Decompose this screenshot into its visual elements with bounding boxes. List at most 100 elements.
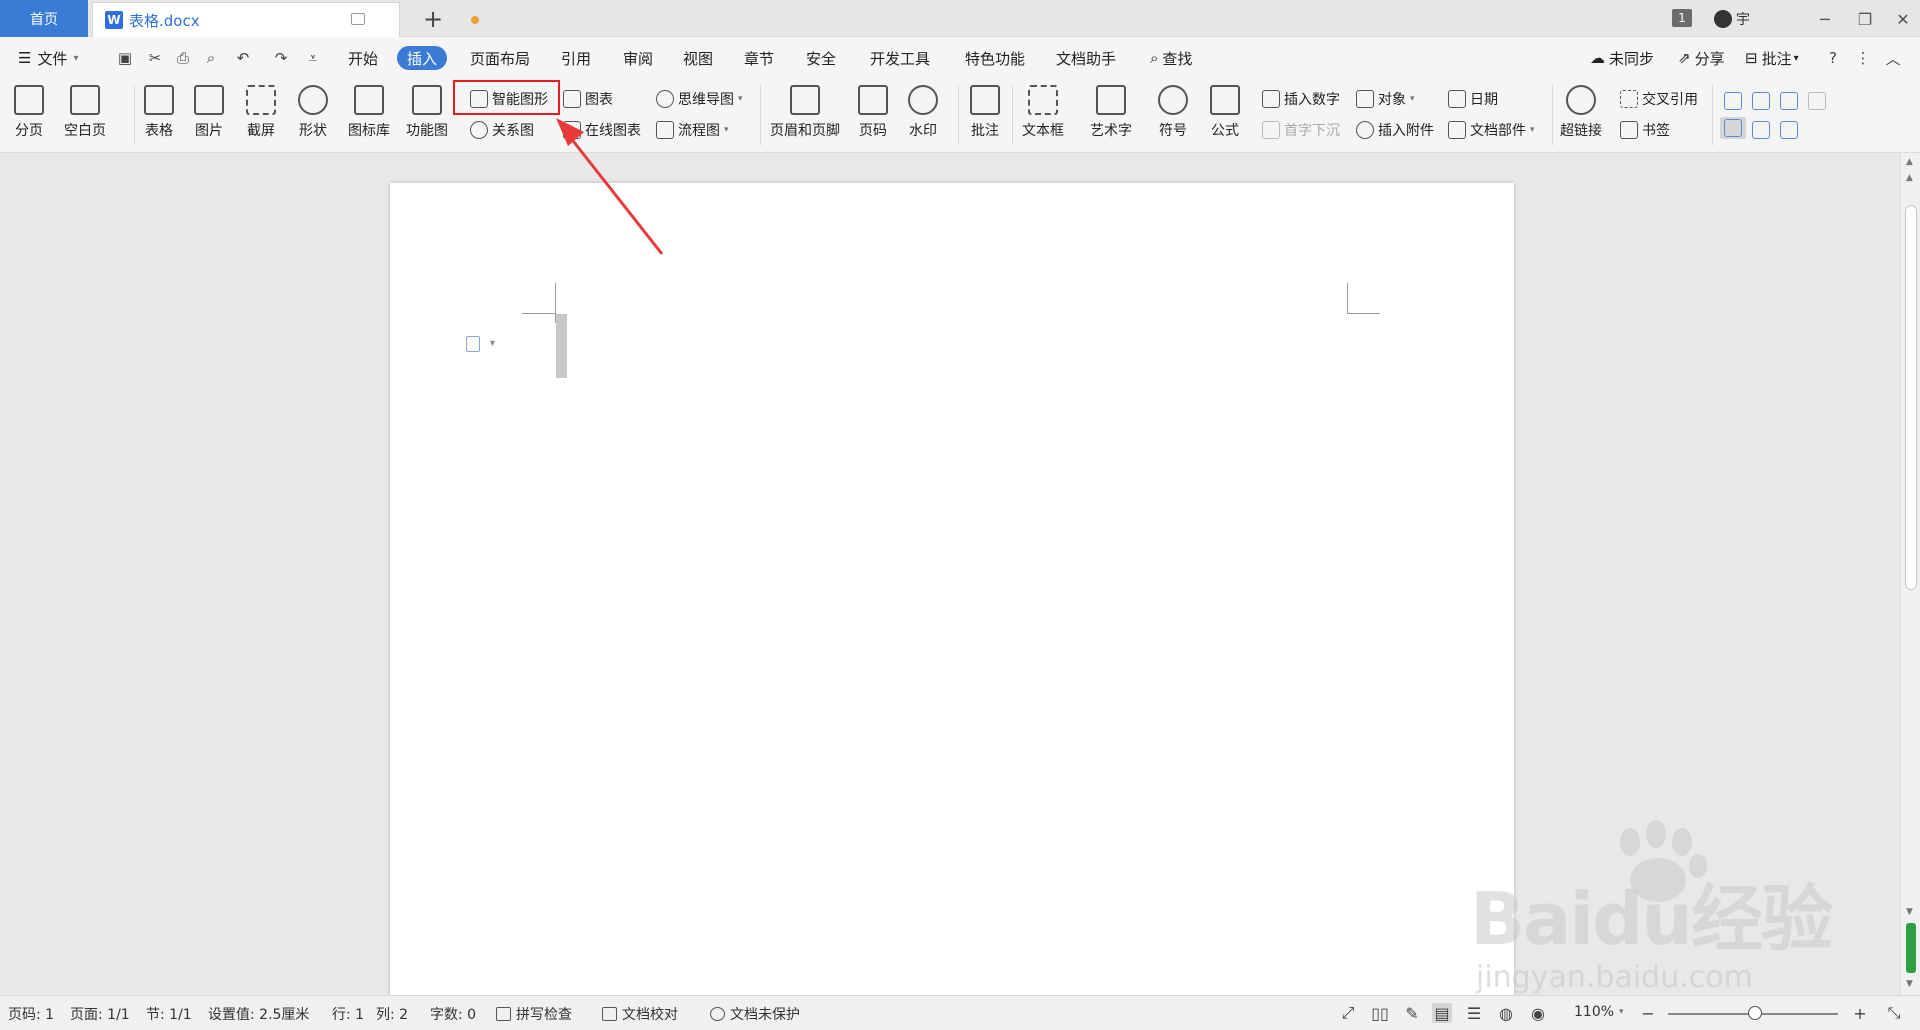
display-icon[interactable] bbox=[351, 13, 365, 25]
hyperlink-button[interactable]: 超链接 bbox=[1560, 85, 1602, 140]
eye-protect-icon[interactable]: ◉ bbox=[1528, 1003, 1548, 1023]
shape-button[interactable]: 形状 bbox=[298, 85, 328, 140]
close-button[interactable]: ✕ bbox=[1888, 6, 1918, 32]
drop-cap-button[interactable]: 首字下沉 bbox=[1262, 119, 1340, 141]
function-chart-button[interactable]: 功能图 bbox=[406, 85, 448, 140]
document-page[interactable] bbox=[390, 183, 1514, 995]
page-break-button[interactable]: 分页 bbox=[14, 85, 44, 140]
status-section[interactable]: 节: 1/1 bbox=[146, 1004, 192, 1024]
form-edit-button[interactable] bbox=[1780, 119, 1798, 141]
form-field-list-button[interactable] bbox=[1780, 90, 1798, 112]
menu-dev-tools[interactable]: 开发工具 bbox=[870, 46, 930, 70]
spell-check-button[interactable]: 拼写检查 bbox=[496, 1004, 572, 1024]
help-icon[interactable]: ? bbox=[1824, 49, 1842, 67]
formula-button[interactable]: 公式 bbox=[1210, 85, 1240, 140]
blank-page-button[interactable]: 空白页 bbox=[64, 85, 106, 140]
reading-mode-icon[interactable]: ▯▯ bbox=[1370, 1003, 1390, 1023]
status-words[interactable]: 字数: 0 bbox=[430, 1004, 476, 1024]
page-view-icon[interactable]: ▤ bbox=[1432, 1003, 1452, 1023]
search-button[interactable]: ⌕ 查找 bbox=[1150, 46, 1192, 70]
scroll-top-icon[interactable]: ▲ bbox=[1906, 157, 1913, 167]
form-field-text-button[interactable] bbox=[1724, 90, 1742, 112]
form-field-check-button[interactable] bbox=[1752, 90, 1770, 112]
comment-button[interactable]: 批注 bbox=[970, 85, 1000, 140]
bookmark-button[interactable]: 书签 bbox=[1620, 119, 1670, 141]
object-button[interactable]: 对象 ▾ bbox=[1356, 88, 1415, 110]
menu-review[interactable]: 审阅 bbox=[623, 46, 653, 70]
window-count-badge[interactable]: 1 bbox=[1672, 9, 1692, 27]
tab-document[interactable]: W 表格.docx bbox=[92, 2, 479, 37]
form-lock-button[interactable] bbox=[1752, 119, 1770, 141]
format-painter-icon[interactable]: ✂ bbox=[146, 49, 164, 67]
print-preview-icon[interactable]: ⌕ bbox=[202, 49, 220, 67]
status-page[interactable]: 页码: 1 bbox=[8, 1004, 54, 1024]
scroll-down-icon[interactable]: ▼ bbox=[1906, 907, 1913, 917]
menu-start[interactable]: 开始 bbox=[348, 46, 378, 70]
icon-library-button[interactable]: 图标库 bbox=[348, 85, 390, 140]
undo-icon[interactable]: ↶ bbox=[234, 49, 252, 67]
doc-parts-button[interactable]: 文档部件 ▾ bbox=[1448, 119, 1535, 141]
vertical-scrollbar[interactable]: ▲ ▲ ▼ ▼ bbox=[1900, 153, 1920, 995]
flowchart-button[interactable]: 流程图 ▾ bbox=[656, 119, 729, 141]
menu-insert[interactable]: 插入 bbox=[397, 46, 448, 70]
wordart-button[interactable]: 艺术字 bbox=[1090, 85, 1132, 140]
menu-page-layout[interactable]: 页面布局 bbox=[470, 46, 530, 70]
new-tab-button[interactable]: + bbox=[418, 4, 448, 34]
user-account[interactable]: 宇 bbox=[1714, 6, 1750, 32]
fit-page-icon[interactable]: ⤡ bbox=[1884, 1003, 1904, 1023]
zoom-out-icon[interactable]: − bbox=[1638, 1003, 1658, 1023]
insert-number-button[interactable]: 插入数字 bbox=[1262, 88, 1340, 110]
form-field-clear-button[interactable] bbox=[1808, 90, 1826, 112]
fullscreen-icon[interactable]: ⤢ bbox=[1338, 1003, 1358, 1023]
print-icon[interactable]: ⎙ bbox=[174, 49, 192, 67]
scroll-up-icon[interactable]: ▲ bbox=[1906, 173, 1913, 183]
zoom-in-icon[interactable]: + bbox=[1850, 1003, 1870, 1023]
menu-reference[interactable]: 引用 bbox=[561, 46, 591, 70]
online-chart-button[interactable]: 在线图表 bbox=[563, 119, 641, 141]
chart-button[interactable]: 图表 bbox=[563, 88, 613, 110]
tab-home[interactable]: 首页 bbox=[0, 0, 88, 37]
restore-button[interactable]: ❐ bbox=[1850, 6, 1880, 32]
header-footer-button[interactable]: 页眉和页脚 bbox=[770, 85, 840, 140]
watermark-button[interactable]: 水印 bbox=[908, 85, 938, 140]
minimize-button[interactable]: ─ bbox=[1810, 6, 1840, 32]
status-pages[interactable]: 页面: 1/1 bbox=[70, 1004, 130, 1024]
attachment-button[interactable]: 插入附件 bbox=[1356, 119, 1434, 141]
scrollbar-thumb[interactable] bbox=[1905, 205, 1917, 590]
share-button[interactable]: ⇗ 分享 bbox=[1678, 46, 1725, 70]
zoom-slider-knob[interactable] bbox=[1748, 1006, 1762, 1020]
status-col[interactable]: 列: 2 bbox=[376, 1004, 408, 1024]
page-number-button[interactable]: 页码 bbox=[858, 85, 888, 140]
zoom-level[interactable]: 110% ▾ bbox=[1574, 1004, 1624, 1020]
form-shading-button[interactable] bbox=[1720, 117, 1746, 139]
textbox-button[interactable]: 文本框 bbox=[1022, 85, 1064, 140]
scroll-bottom-icon[interactable]: ▼ bbox=[1906, 979, 1913, 989]
web-view-icon[interactable]: ◍ bbox=[1496, 1003, 1516, 1023]
annotate-button[interactable]: ⊟ 批注 ▾ bbox=[1745, 46, 1799, 70]
menu-view[interactable]: 视图 bbox=[683, 46, 713, 70]
more-icon[interactable]: ⋮ bbox=[1854, 49, 1872, 67]
menu-security[interactable]: 安全 bbox=[806, 46, 836, 70]
menu-doc-assistant[interactable]: 文档助手 bbox=[1056, 46, 1116, 70]
table-button[interactable]: 表格 bbox=[144, 85, 174, 140]
symbol-button[interactable]: 符号 bbox=[1158, 85, 1188, 140]
status-setting[interactable]: 设置值: 2.5厘米 bbox=[208, 1004, 309, 1024]
protection-status[interactable]: 文档未保护 bbox=[710, 1004, 800, 1024]
date-button[interactable]: 日期 bbox=[1448, 88, 1498, 110]
screenshot-button[interactable]: 截屏 bbox=[246, 85, 276, 140]
redo-icon[interactable]: ↷ bbox=[272, 49, 290, 67]
menu-features[interactable]: 特色功能 bbox=[965, 46, 1025, 70]
file-menu[interactable]: ☰ 文件 ▾ bbox=[18, 46, 79, 70]
edit-mode-icon[interactable]: ✎ bbox=[1402, 1003, 1422, 1023]
outline-view-icon[interactable]: ☰ bbox=[1464, 1003, 1484, 1023]
collapse-ribbon-icon[interactable]: ︿ bbox=[1884, 49, 1902, 68]
mind-map-button[interactable]: 思维导图 ▾ bbox=[656, 88, 743, 110]
status-row[interactable]: 行: 1 bbox=[332, 1004, 364, 1024]
save-icon[interactable]: ▣ bbox=[116, 49, 134, 67]
menu-section[interactable]: 章节 bbox=[744, 46, 774, 70]
relation-button[interactable]: 关系图 bbox=[470, 119, 534, 141]
proofread-button[interactable]: 文档校对 bbox=[602, 1004, 678, 1024]
cross-reference-button[interactable]: 交叉引用 bbox=[1620, 88, 1698, 110]
picture-button[interactable]: 图片 bbox=[194, 85, 224, 140]
paste-options-icon[interactable] bbox=[466, 336, 480, 352]
